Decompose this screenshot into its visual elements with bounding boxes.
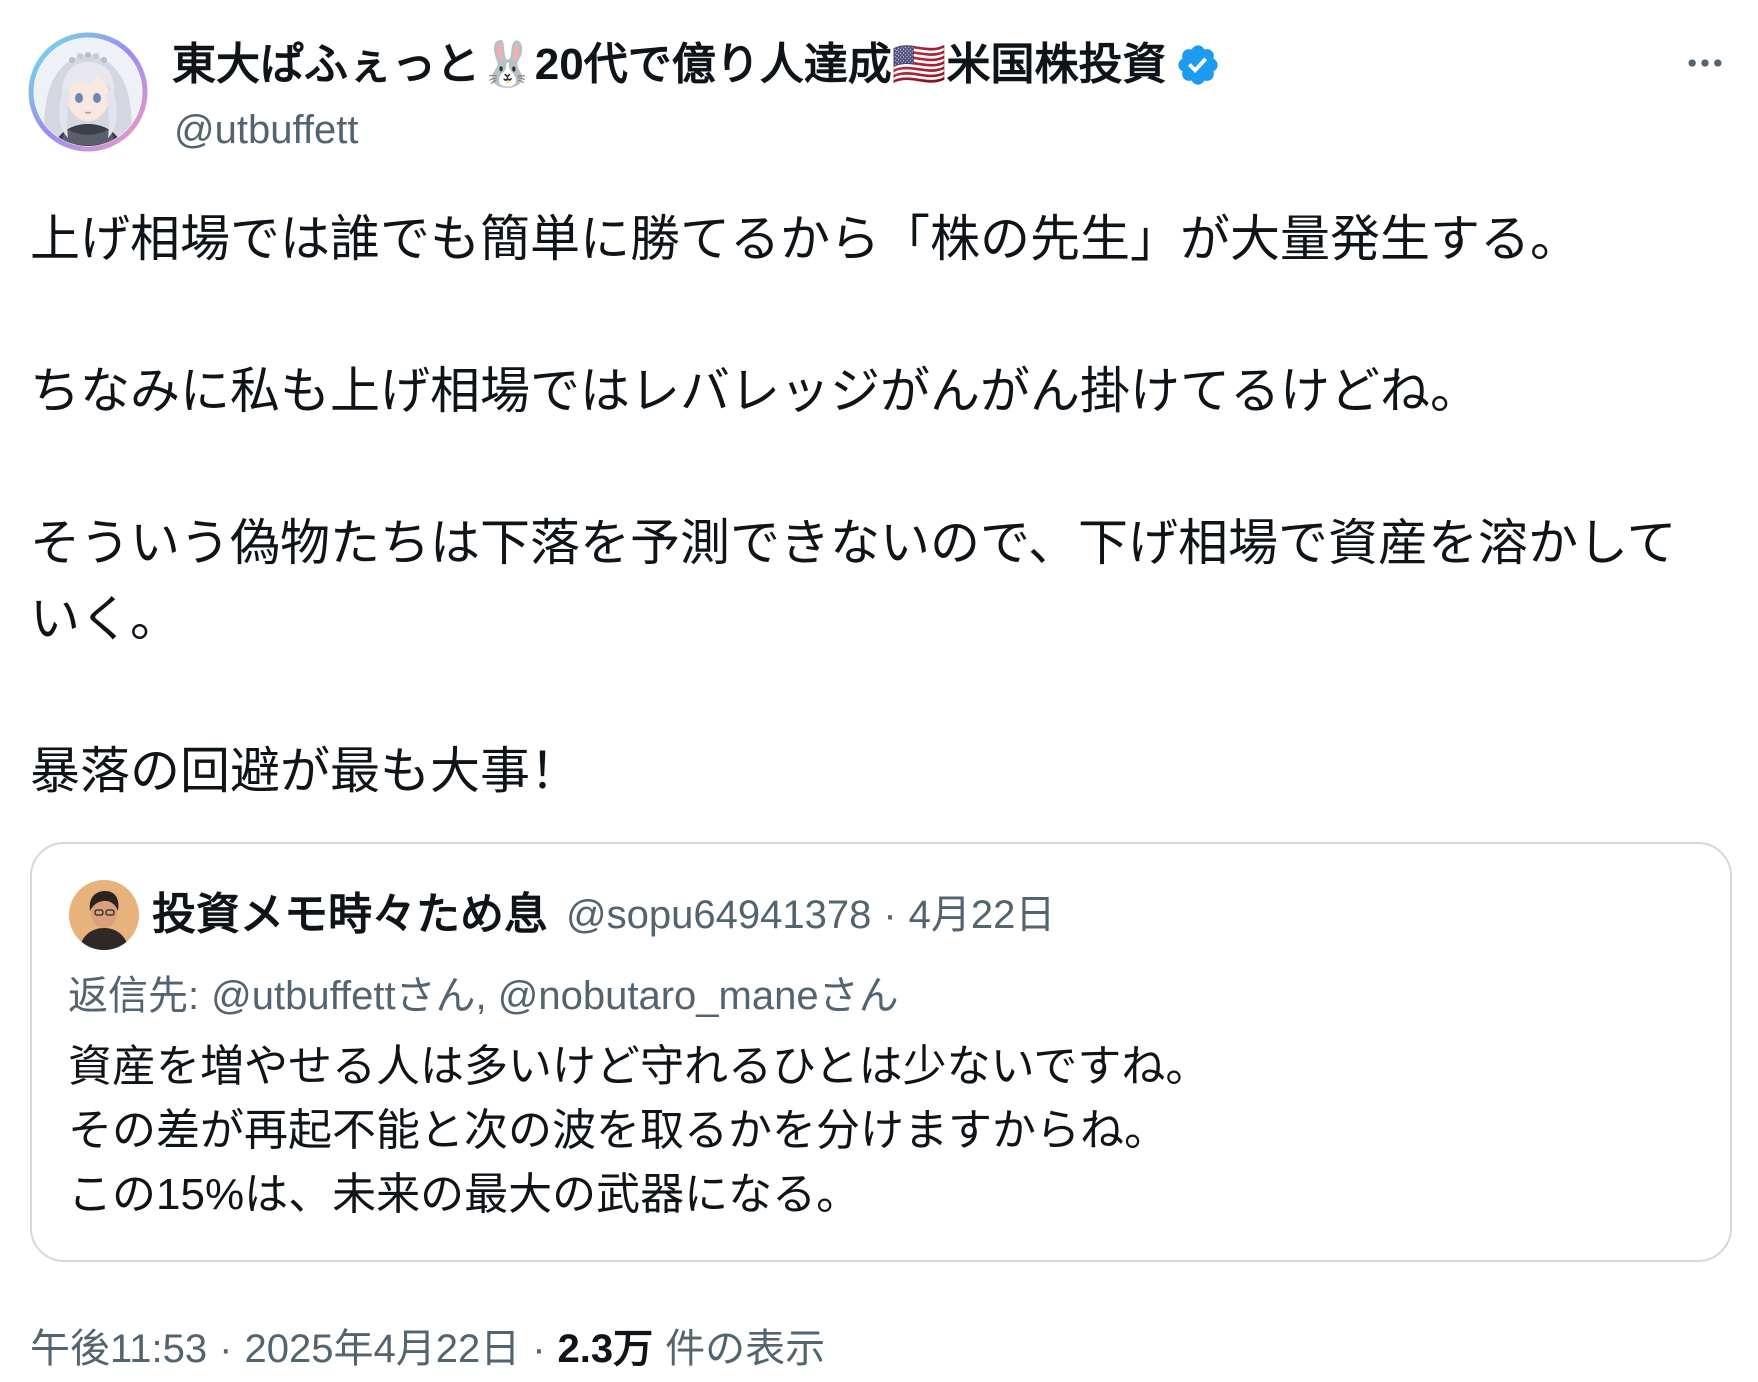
more-button[interactable] xyxy=(1683,41,1727,85)
reply-to-label: 返信先: xyxy=(68,974,200,1018)
person-avatar-icon xyxy=(69,880,139,950)
separator: · xyxy=(219,1327,233,1371)
post-date[interactable]: 2025年4月22日 xyxy=(244,1327,520,1371)
quote-avatar xyxy=(69,880,139,950)
anime-girl-avatar-icon xyxy=(28,32,148,152)
tweet-paragraph: 暴落の回避が最も大事！ xyxy=(30,743,580,799)
quote-line: 資産を増やせる人は多いけど守れるひとは少ないですね。 xyxy=(68,1042,1210,1091)
quote-header: 投資メモ時々ため息 @sopu64941378 · 4月22日 xyxy=(152,888,1055,942)
reply-to-handles: @utbuffettさん, @nobutaro_maneさん xyxy=(211,974,899,1018)
separator: · xyxy=(883,893,897,937)
tweet-paragraph: そういう偽物たちは下落を予測できないので、下げ相場で資産を溶かしていく。 xyxy=(30,515,1677,647)
quote-display-name: 投資メモ時々ため息 xyxy=(152,890,548,939)
quoted-tweet-card[interactable]: 投資メモ時々ため息 @sopu64941378 · 4月22日 返信先: @utbuf… xyxy=(30,842,1732,1262)
tweet-text: 上げ相場では誰でも簡単に勝てるから「株の先生」が大量発生する。 ちなみに私も上げ… xyxy=(30,201,1720,885)
author-name-row: 東大ぱふぇっと🐰20代で億り人達成🇺🇸米国株投資 xyxy=(172,38,1221,92)
verified-badge-icon xyxy=(1177,45,1218,85)
quote-text: 資産を増やせる人は多いけど守れるひとは少ないですね。 その差が再起不能と次の波を… xyxy=(68,1035,1209,1227)
separator: · xyxy=(532,1327,546,1371)
quote-reply-context: 返信先: @utbuffettさん, @nobutaro_maneさん xyxy=(68,971,899,1021)
quote-handle: @sopu64941378 xyxy=(566,893,872,937)
views-count[interactable]: 2.3万 xyxy=(558,1327,654,1371)
more-horizontal-icon xyxy=(1688,59,1722,67)
quote-line: この15%は、未来の最大の武器になる。 xyxy=(68,1170,861,1219)
author-display-name[interactable]: 東大ぱふぇっと🐰20代で億り人達成🇺🇸米国株投資 xyxy=(172,38,1167,92)
tweet-paragraph: 上げ相場では誰でも簡単に勝てるから「株の先生」が大量発生する。 xyxy=(30,211,1580,267)
tweet-footer: 午後11:53 · 2025年4月22日 · 2.3万 件の表示 xyxy=(30,1324,825,1374)
quote-date: 4月22日 xyxy=(908,893,1056,937)
author-avatar[interactable] xyxy=(28,32,148,152)
tweet-paragraph: ちなみに私も上げ相場ではレバレッジがんがん掛けてるけどね。 xyxy=(30,363,1480,419)
quote-line: その差が再起不能と次の波を取るかを分けますからね。 xyxy=(68,1106,1168,1155)
post-time[interactable]: 午後11:53 xyxy=(30,1327,207,1371)
quote-meta: @sopu64941378 · 4月22日 xyxy=(566,888,1055,942)
author-handle[interactable]: @utbuffett xyxy=(174,105,358,155)
views-label[interactable]: 件の表示 xyxy=(665,1327,825,1371)
